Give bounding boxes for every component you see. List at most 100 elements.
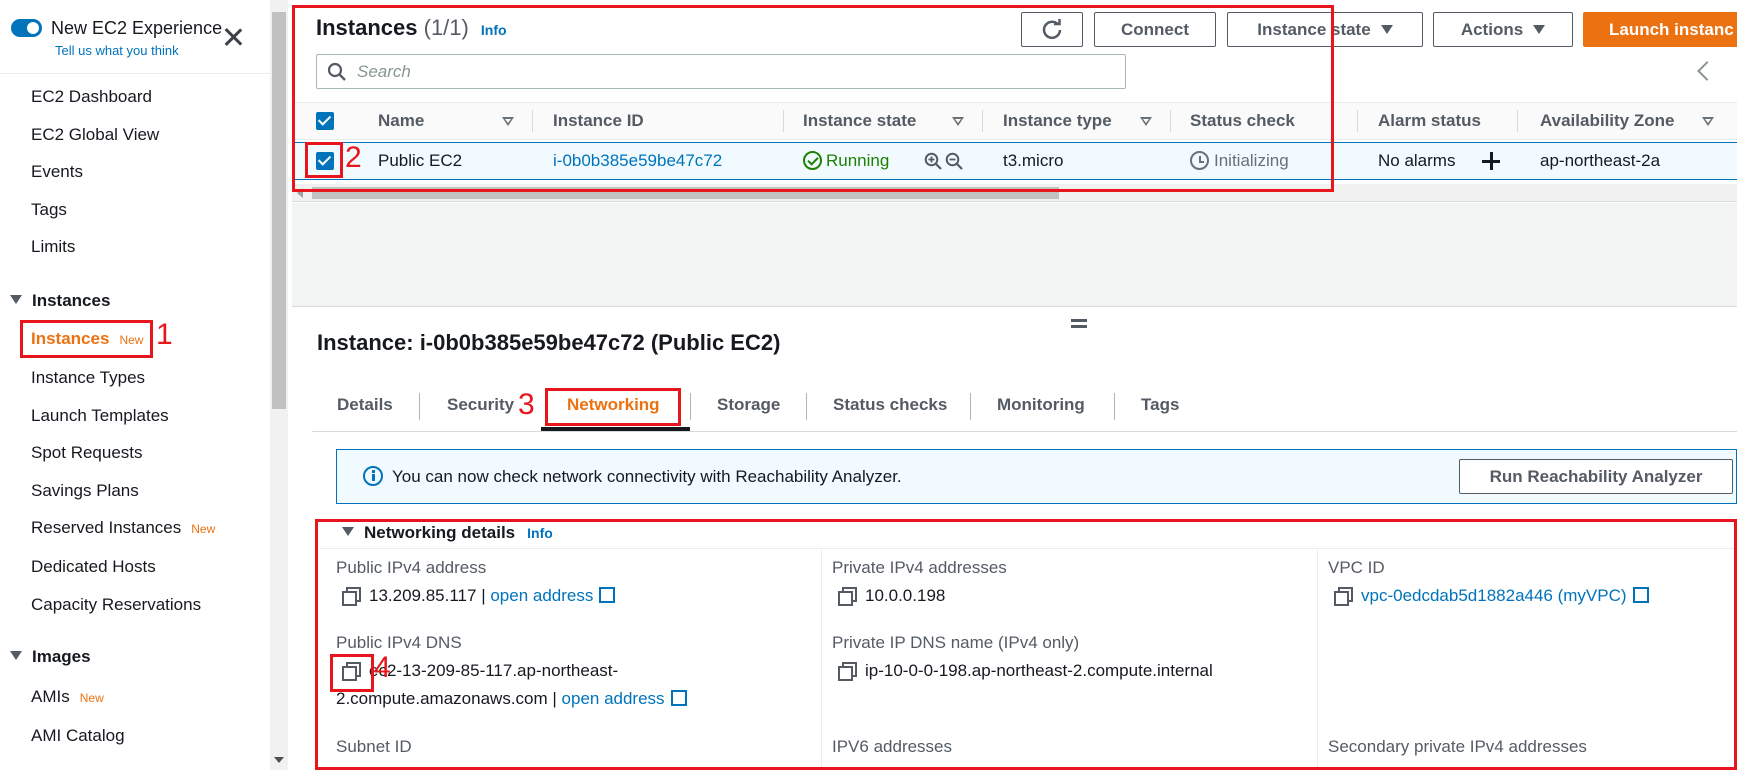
- column-divider[interactable]: [982, 110, 983, 132]
- row-checkbox[interactable]: [316, 152, 334, 170]
- close-icon[interactable]: [222, 26, 244, 48]
- tabs-divider: [312, 431, 1737, 432]
- table-scrollbar-thumb[interactable]: [312, 187, 1059, 199]
- sort-icon[interactable]: [1140, 117, 1152, 126]
- annotation-number: 2: [345, 141, 362, 174]
- sidebar-section-instances[interactable]: Instances: [10, 291, 110, 311]
- copy-icon[interactable]: [341, 586, 361, 606]
- launch-instances-button[interactable]: Launch instanc: [1583, 12, 1737, 47]
- zoom-in-icon[interactable]: [924, 152, 942, 170]
- tab-networking[interactable]: Networking: [567, 395, 660, 415]
- copy-icon[interactable]: [837, 661, 857, 681]
- public-ipv4-value: 13.209.85.117 | open address: [341, 586, 617, 606]
- scroll-down-arrow-icon[interactable]: [274, 757, 284, 763]
- run-reachability-analyzer-button[interactable]: Run Reachability Analyzer: [1459, 459, 1733, 494]
- tab-details[interactable]: Details: [337, 395, 393, 415]
- instance-state: Running: [803, 151, 889, 171]
- sidebar-item-ec2-dashboard[interactable]: EC2 Dashboard: [31, 87, 152, 107]
- private-dns-label: Private IP DNS name (IPv4 only): [832, 633, 1080, 652]
- column-divider[interactable]: [532, 110, 533, 132]
- tab-status-checks[interactable]: Status checks: [833, 395, 947, 415]
- caret-down-icon: [1380, 25, 1393, 34]
- column-divider[interactable]: [1170, 110, 1171, 132]
- sidebar-item-tags[interactable]: Tags: [31, 200, 67, 220]
- search-field[interactable]: [316, 54, 1126, 89]
- sidebar-item-instances[interactable]: Instances New: [31, 329, 143, 349]
- external-link-icon: [670, 689, 688, 706]
- info-link[interactable]: Info: [527, 525, 553, 541]
- instance-id-link[interactable]: i-0b0b385e59be47c72: [553, 151, 722, 171]
- add-alarm-icon[interactable]: [1481, 151, 1501, 171]
- search-input[interactable]: [357, 61, 1097, 83]
- refresh-button[interactable]: [1021, 12, 1083, 47]
- sidebar-item-events[interactable]: Events: [31, 162, 83, 182]
- sidebar-item-ec2-global-view[interactable]: EC2 Global View: [31, 125, 159, 145]
- actions-button[interactable]: Actions: [1433, 12, 1573, 47]
- scroll-left-arrow-icon[interactable]: [297, 188, 303, 198]
- public-dns-value-line2: 2.compute.amazonaws.com | open address: [336, 689, 688, 709]
- public-dns-text-2: 2.compute.amazonaws.com: [336, 689, 548, 708]
- refresh-icon: [1042, 18, 1062, 39]
- vpc-id-label: VPC ID: [1328, 558, 1385, 577]
- annotation-number: 3: [518, 388, 535, 421]
- tab-security[interactable]: Security: [447, 395, 514, 415]
- sidebar-scrollbar-thumb[interactable]: [272, 12, 286, 409]
- sidebar-item-reserved-instances[interactable]: Reserved Instances New: [31, 518, 215, 538]
- column-divider[interactable]: [1357, 110, 1358, 132]
- select-all-checkbox[interactable]: [316, 112, 334, 130]
- info-link[interactable]: Info: [481, 22, 507, 38]
- sidebar-item-limits[interactable]: Limits: [31, 237, 75, 257]
- sort-icon[interactable]: [1702, 117, 1714, 126]
- link-text: open address: [490, 586, 594, 605]
- vpc-id-value: vpc-0edcdab5d1882a446 (myVPC): [1333, 586, 1650, 606]
- column-header-availability-zone[interactable]: Availability Zone: [1540, 111, 1674, 131]
- instance-count: (1/1): [423, 15, 469, 40]
- sort-icon[interactable]: [502, 117, 514, 126]
- tab-storage[interactable]: Storage: [717, 395, 780, 415]
- page-title: Instances (1/1) Info: [316, 15, 507, 41]
- sidebar-item-dedicated-hosts[interactable]: Dedicated Hosts: [31, 557, 156, 577]
- column-header-status-check[interactable]: Status check: [1190, 111, 1295, 131]
- sidebar-item-label: Reserved Instances: [31, 518, 182, 537]
- column-header-instance-type[interactable]: Instance type: [1003, 111, 1112, 131]
- networking-details-header[interactable]: Networking details Info: [342, 523, 553, 543]
- sidebar-section-images[interactable]: Images: [10, 647, 91, 667]
- column-header-instance-state[interactable]: Instance state: [803, 111, 916, 131]
- sidebar-item-amis[interactable]: AMIs New: [31, 687, 104, 707]
- zoom-out-icon[interactable]: [945, 152, 963, 170]
- chevron-left-icon[interactable]: [1697, 61, 1717, 81]
- column-header-instance-id[interactable]: Instance ID: [553, 111, 644, 131]
- column-header-name[interactable]: Name: [378, 111, 424, 131]
- column-header-alarm-status[interactable]: Alarm status: [1378, 111, 1481, 131]
- connect-button[interactable]: Connect: [1094, 12, 1216, 47]
- new-experience-toggle[interactable]: [11, 19, 42, 37]
- vpc-id-link[interactable]: vpc-0edcdab5d1882a446 (myVPC): [1361, 586, 1650, 605]
- banner-text: You can now check network connectivity w…: [392, 467, 902, 486]
- sidebar-item-launch-templates[interactable]: Launch Templates: [31, 406, 169, 426]
- sidebar-item-ami-catalog[interactable]: AMI Catalog: [31, 726, 125, 746]
- details-title: Instance: i-0b0b385e59be47c72 (Public EC…: [317, 330, 781, 355]
- tab-divider: [806, 393, 807, 420]
- instance-type: t3.micro: [1003, 151, 1064, 170]
- copy-icon[interactable]: [341, 661, 361, 681]
- info-icon: [363, 466, 383, 486]
- tab-monitoring[interactable]: Monitoring: [997, 395, 1085, 415]
- copy-icon[interactable]: [837, 586, 857, 606]
- ipv6-label: IPV6 addresses: [832, 737, 953, 756]
- public-dns-text-1: ec2-13-209-85-117.ap-northeast-: [369, 661, 619, 680]
- tab-divider: [419, 393, 420, 420]
- copy-icon[interactable]: [1333, 586, 1353, 606]
- column-divider[interactable]: [783, 110, 784, 132]
- column-divider[interactable]: [1517, 110, 1518, 132]
- open-address-link[interactable]: open address: [562, 689, 688, 708]
- sidebar-item-capacity-reservations[interactable]: Capacity Reservations: [31, 595, 201, 615]
- instance-state-button[interactable]: Instance state: [1227, 12, 1423, 47]
- open-address-link[interactable]: open address: [490, 586, 617, 605]
- tab-tags[interactable]: Tags: [1141, 395, 1179, 415]
- sidebar-item-savings-plans[interactable]: Savings Plans: [31, 481, 139, 501]
- sort-icon[interactable]: [952, 117, 964, 126]
- feedback-link[interactable]: Tell us what you think: [55, 43, 179, 58]
- sidebar-item-instance-types[interactable]: Instance Types: [31, 368, 145, 388]
- resize-handle-icon[interactable]: [1071, 317, 1087, 329]
- sidebar-item-spot-requests[interactable]: Spot Requests: [31, 443, 143, 463]
